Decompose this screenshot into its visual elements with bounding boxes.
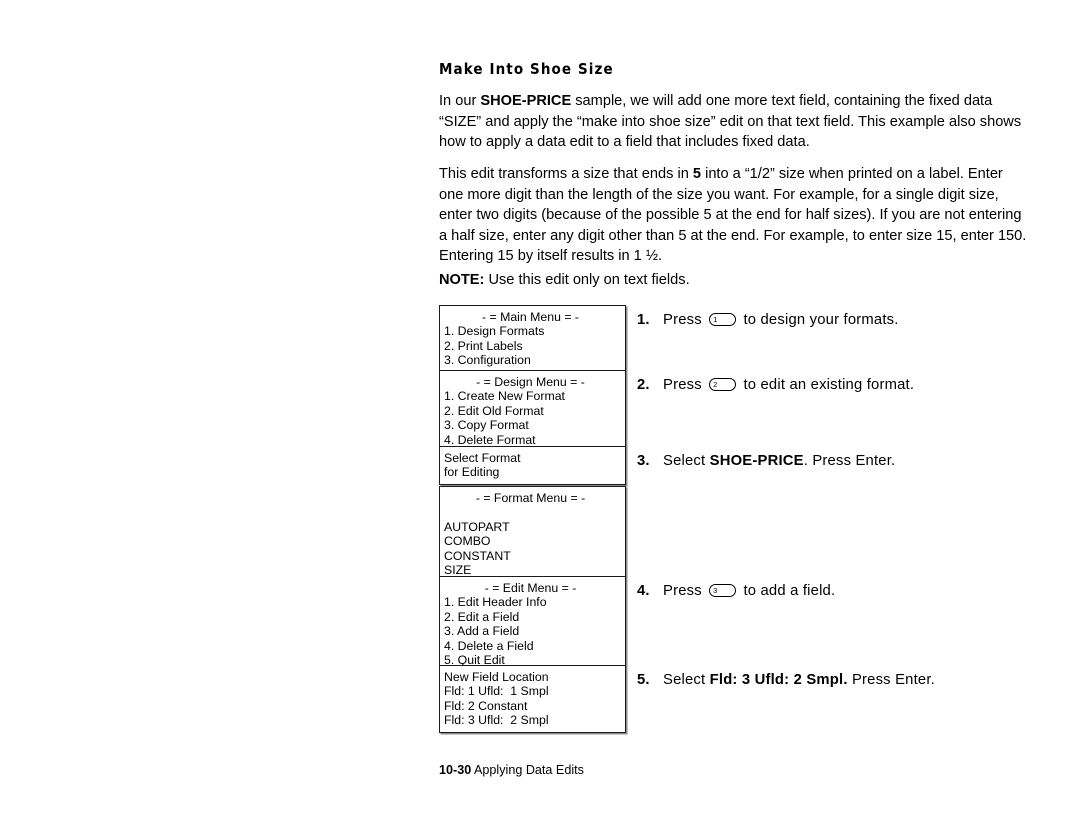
lcd-title: - = Format Menu = - [475,491,586,505]
lcd-title: - = Main Menu = - [481,310,580,324]
lcd-screen-main-menu: - = Main Menu = - 1. Design Formats 2. P… [439,305,626,373]
step-text-pre: Select [663,672,710,688]
step-item-4: 4. Press 3 to add a field. [637,581,1037,601]
key-digit: 2 [713,379,718,389]
step-number: 3. [637,453,650,469]
lcd-line: 3. Configuration [444,353,531,368]
sample-name-shoe-price: SHOE-PRICE [480,93,572,109]
key-2-icon: 2 [709,377,737,391]
lcd-line: New Field Location [444,670,549,684]
step-number: 5. [637,672,650,688]
lcd-line: 1. Create New Format [444,389,565,404]
lcd-title: - = Edit Menu = - [484,581,577,595]
step-item-2: 2. Press 2 to edit an existing format. [637,375,1037,395]
step-text: Press 2 to edit an existing format. [663,377,914,393]
step-text: Select SHOE-PRICE. Press Enter. [663,453,895,469]
paragraph-edit-description: This edit transforms a size that ends in… [439,164,1031,267]
lcd-screen-edit-menu: - = Edit Menu = - 1. Edit Header Info 2.… [439,576,626,673]
lcd-line: 1. Design Formats [444,324,545,339]
step-text-pre: Press [663,312,707,328]
lcd-line: 2. Print Labels [444,338,523,353]
lcd-line: 2. Edit Old Format [444,403,544,418]
lcd-line: Fld: 3 Ufld: 2 Smpl [444,713,549,728]
key-1-icon: 1 [709,312,737,326]
step-text-post: Press Enter. [847,672,935,688]
step-text-pre: Select [663,453,710,469]
lcd-line: Select Format [444,451,521,465]
step-text-bold: Fld: 3 Ufld: 2 Smpl. [709,672,848,688]
page-title: Make Into Shoe Size [439,60,614,78]
note-text: Use this edit only on text fields. [484,272,690,288]
step-text: Press 1 to design your formats. [663,312,899,328]
lcd-line: 3. Copy Format [444,418,529,433]
lcd-line: AUTOPART [444,519,510,534]
key-digit: 1 [713,314,718,324]
lcd-line: for Editing [444,465,500,480]
lcd-line: 1. Edit Header Info [444,595,547,610]
step-item-1: 1. Press 1 to design your formats. [637,310,1037,330]
paragraph-intro-part1: In our [439,93,481,109]
step-text-post: . Press Enter. [803,453,896,469]
digit-five-emphasis: 5 [692,166,702,182]
note-label: NOTE: [439,272,485,288]
step-number: 1. [637,312,650,328]
lcd-line: 4. Delete a Field [444,638,534,653]
footer-page-number: 10-30 [439,763,472,777]
step-text-post: to add a field. [739,583,836,599]
step-text-bold: SHOE-PRICE [709,453,804,469]
lcd-line: CONSTANT [444,548,511,563]
paragraph-edit-part1: This edit transforms a size that ends in [439,166,693,182]
document-page: Make Into Shoe Size In our SHOE-PRICE sa… [439,0,1039,834]
lcd-title: - = Design Menu = - [476,375,585,389]
footer-title: Applying Data Edits [471,763,584,777]
step-text: Press 3 to add a field. [663,583,835,599]
lcd-line: Fld: 2 Constant [444,698,528,713]
key-digit: 3 [713,585,718,595]
lcd-line: Fld: 1 Ufld: 1 Smpl [444,684,549,699]
lcd-screen-design-menu: - = Design Menu = - 1. Create New Format… [439,370,626,453]
step-item-5: 5. Select Fld: 3 Ufld: 2 Smpl. Press Ente… [637,670,1037,690]
step-text-post: to edit an existing format. [739,377,915,393]
note-block: NOTE: Use this edit only on text fields. [439,270,1031,291]
lcd-line: COMBO [444,534,491,549]
step-text-post: to design your formats. [739,312,899,328]
step-item-3: 3. Select SHOE-PRICE. Press Enter. [637,451,1037,471]
lcd-blank-line [444,505,625,519]
lcd-line: 3. Add a Field [444,624,520,639]
lcd-screen-format-menu: - = Format Menu = - AUTOPART COMBO CONST… [439,486,626,583]
paragraph-intro: In our SHOE-PRICE sample, we will add on… [439,91,1031,153]
page-footer: 10-30 Applying Data Edits [439,762,584,778]
step-text-pre: Press [663,377,707,393]
step-number: 2. [637,377,650,393]
step-number: 4. [637,583,650,599]
key-3-icon: 3 [709,583,737,597]
lcd-line: 2. Edit a Field [444,609,520,624]
step-text: Select Fld: 3 Ufld: 2 Smpl. Press Enter. [663,672,935,688]
lcd-screen-select-format: Select Format for Editing [439,446,626,485]
lcd-screen-new-field-location: New Field Location Fld: 1 Ufld: 1 Smpl F… [439,665,626,733]
step-text-pre: Press [663,583,707,599]
lcd-line: 4. Delete Format [444,432,536,447]
